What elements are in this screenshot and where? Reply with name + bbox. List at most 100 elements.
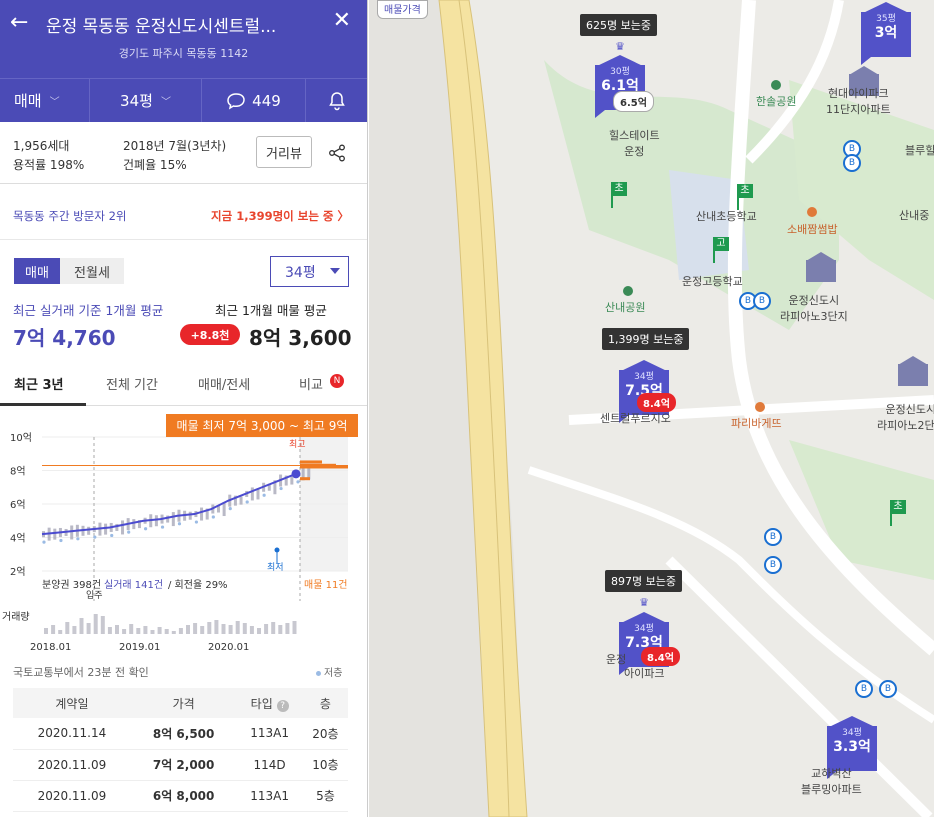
chevron-down-icon: ﹀ xyxy=(160,97,171,108)
volume-bar xyxy=(157,627,162,634)
volume-bar xyxy=(235,621,240,634)
alert-button[interactable] xyxy=(306,79,367,122)
deal-range-bar xyxy=(70,525,74,540)
low-floor-point xyxy=(279,486,283,491)
toggle-rent[interactable]: 전월세 xyxy=(60,258,124,284)
label-blueming: 교하벽산 블루밍아파트 xyxy=(801,767,862,796)
volume-bar xyxy=(150,630,155,634)
close-icon[interactable]: ✕ xyxy=(333,8,351,33)
deal-table: 계약일 가격 타입 ? 층 2020.11.14 8억 6,500 113A1 20층… xyxy=(13,688,348,812)
toggle-sale[interactable]: 매매 xyxy=(14,258,60,284)
volume-bar xyxy=(193,623,198,634)
tab-compare[interactable]: 비교 xyxy=(299,374,323,393)
price-chart[interactable]: 10억 8억 6억 4억 2억 최고최저분양권 398건 실거래 141건 / 회전율 29… xyxy=(0,408,368,658)
low-floor-point xyxy=(211,515,215,519)
cell-date: 2020.11.09 xyxy=(13,749,131,781)
volume-bar xyxy=(257,628,261,634)
col-type: 타입 ? xyxy=(236,688,303,718)
listing-bar xyxy=(300,465,348,469)
floor-area-ratio: 용적률 198% xyxy=(13,158,85,172)
footer-presale: 분양권 398건 xyxy=(42,579,101,591)
tab-recent-3y[interactable]: 최근 3년 xyxy=(14,374,63,393)
volume-bar xyxy=(242,623,247,634)
listing-bar xyxy=(300,460,322,464)
label-unjeong-high: 운정고등학교 xyxy=(682,275,743,288)
deal-range-bar xyxy=(200,507,204,521)
period-tabs: 최근 3년 전체 기간 매매/전세 비교 N xyxy=(0,366,367,406)
low-floor-point xyxy=(228,507,232,511)
park-icon xyxy=(623,286,633,296)
back-arrow-icon[interactable]: ← xyxy=(10,10,28,35)
dropdown-triangle-icon xyxy=(330,268,340,274)
built-date: 2018년 7월(3년차) xyxy=(123,139,227,153)
volume-bar xyxy=(122,629,127,634)
street-view-button[interactable]: 거리뷰 xyxy=(256,136,312,168)
listing-price-badge: 8.4억 xyxy=(641,647,680,666)
label-unjeong: 운정 xyxy=(606,653,627,666)
restaurant-icon xyxy=(807,207,817,217)
diff-badge: +8.8천 xyxy=(180,324,240,345)
bus-stop-icon[interactable]: B xyxy=(855,680,873,698)
tab-all-period[interactable]: 전체 기간 xyxy=(106,374,158,393)
cell-type: 113A1 xyxy=(236,718,303,750)
size-label: 34평 xyxy=(120,92,153,110)
help-icon[interactable]: ? xyxy=(276,699,289,712)
complex-marker[interactable] xyxy=(806,252,836,282)
school-flag-icon: 초 xyxy=(735,184,755,210)
bus-stop-icon[interactable]: B xyxy=(879,680,897,698)
deal-range-bar xyxy=(104,523,108,535)
bus-stop-icon[interactable]: B xyxy=(843,154,861,172)
size-select[interactable]: 34평 xyxy=(270,256,349,287)
volume-bar xyxy=(214,620,219,634)
map-view[interactable]: 매물가격 625명 보는중 ♛ 30평 6.1억 6.5억 1,399명 보는중 … xyxy=(369,0,934,817)
low-floor-point xyxy=(177,522,182,526)
cell-date: 2020.11.14 xyxy=(13,718,131,750)
new-badge: N xyxy=(330,374,344,388)
price-marker[interactable]: 34평 3.3억 xyxy=(827,716,877,779)
volume-bar xyxy=(65,622,70,634)
complex-marker[interactable] xyxy=(898,356,928,386)
volume-bar xyxy=(271,622,276,634)
volume-bar xyxy=(171,631,176,634)
x-tick-label: 2018.01 xyxy=(30,642,71,653)
deal-type-dropdown[interactable]: 매매 ﹀ xyxy=(0,79,90,122)
size-dropdown[interactable]: 34평 ﹀ xyxy=(90,79,202,122)
volume-label: 거래량 xyxy=(2,611,30,623)
tab-sale-rent[interactable]: 매매/전세 xyxy=(198,374,250,393)
cell-floor: 5층 xyxy=(302,780,348,812)
low-floor-point xyxy=(194,520,198,524)
deal-range-bar xyxy=(53,528,57,540)
bus-stop-icon[interactable]: B xyxy=(764,556,782,574)
low-floor-point xyxy=(59,538,63,543)
weekly-rank: 목동동 주간 방문자 2위 xyxy=(13,209,127,223)
header-toolbar: 매매 ﹀ 34평 ﹀ 449 xyxy=(0,78,367,122)
bell-icon xyxy=(328,91,345,110)
deal-range-bar xyxy=(121,520,125,535)
volume-bar xyxy=(221,624,226,634)
listing-avg-label: 최근 1개월 매물 평균 xyxy=(215,303,327,318)
volume-bar xyxy=(178,628,183,634)
y-tick-label: 4억 xyxy=(10,533,26,545)
park-icon xyxy=(771,80,781,90)
building-coverage: 건폐율 15% xyxy=(123,158,187,172)
volume-bar xyxy=(86,623,91,634)
cell-date: 2020.11.09 xyxy=(13,780,131,812)
map-type-selector[interactable]: 매물가격 xyxy=(377,0,428,19)
comments-button[interactable]: 449 xyxy=(202,79,306,122)
y-tick-label: 8억 xyxy=(10,466,26,478)
complex-info: 1,956세대 용적률 198% 2018년 7월(3년차) 건폐율 15% 거… xyxy=(0,122,367,184)
visitor-ranking[interactable]: 목동동 주간 방문자 2위 지금 1,399명이 보는 중 〉 xyxy=(0,184,367,240)
viewing-now[interactable]: 지금 1,399명이 보는 중 〉 xyxy=(211,208,349,224)
volume-bar xyxy=(115,625,119,634)
col-price: 가격 xyxy=(130,688,237,718)
deal-range-bar xyxy=(154,515,158,527)
share-icon[interactable] xyxy=(328,144,346,162)
active-tab-indicator xyxy=(0,403,86,406)
table-row: 2020.11.09 6억 8,000 113A1 5층 xyxy=(13,780,348,812)
col-floor: 층 xyxy=(302,688,348,718)
bus-stop-icon[interactable]: B xyxy=(764,528,782,546)
bus-stop-icon[interactable]: B xyxy=(753,292,771,310)
cell-price: 8억 6,500 xyxy=(130,718,237,750)
deal-toggle: 매매 전월세 xyxy=(14,258,124,284)
price-marker[interactable]: 35평 3억 xyxy=(861,2,911,65)
